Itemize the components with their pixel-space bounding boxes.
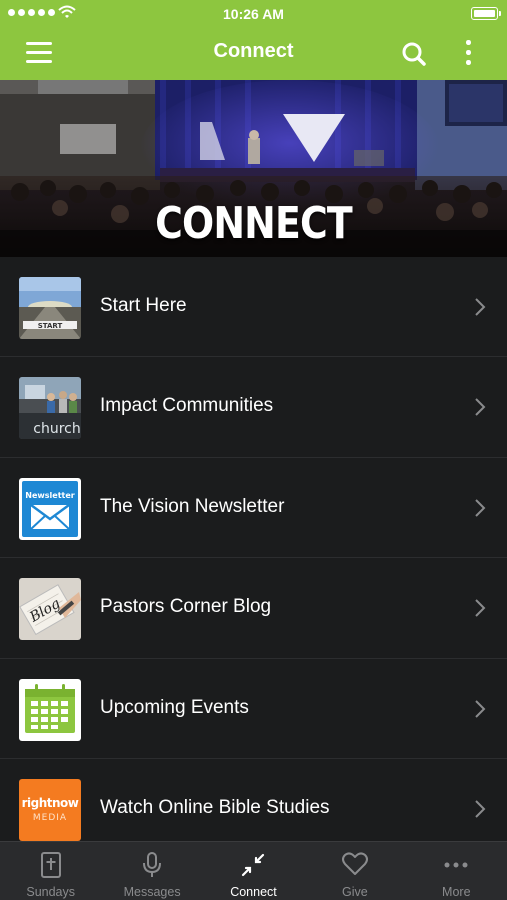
chevron-right-icon [475,699,486,718]
chevron-right-icon [475,800,486,818]
svg-text:MEDIA: MEDIA [33,813,67,823]
connect-arrows-icon [242,853,265,877]
list-item-impact-communities[interactable]: church Impact Communities [0,357,507,458]
bible-icon [40,852,61,878]
list-item-label: Watch Online Bible Studies [100,796,330,818]
tab-connect[interactable]: Connect [203,842,304,900]
blog-notepad-thumbnail: Blog [19,578,81,641]
list-item-upcoming-events[interactable]: Upcoming Events [0,658,507,759]
list-item-label: Start Here [100,295,187,316]
newsletter-envelope-thumbnail: Newsletter [19,477,81,540]
tab-more[interactable]: More [406,842,507,900]
heart-icon [341,852,368,875]
road-start-thumbnail: START [19,277,81,339]
tab-bar: Sundays Messages Connect Give More [0,841,507,900]
chevron-right-icon [475,398,486,417]
list-item-label: Pastors Corner Blog [100,596,272,618]
microphone-icon [143,852,162,877]
list-item-start-here[interactable]: START Start Here [0,257,507,358]
rightnow-media-thumbnail: rightnow MEDIA [19,778,81,841]
more-vertical-icon[interactable] [458,38,478,68]
tab-label: Messages [123,885,181,899]
list-item-pastors-corner-blog[interactable]: Blog Pastors Corner Blog [0,558,507,659]
list-item-label: Upcoming Events [100,696,249,718]
connect-list: START Start Here church Impact Communiti… [0,257,507,860]
search-icon[interactable] [398,38,430,70]
chevron-right-icon [475,499,486,517]
battery-icon [471,7,501,20]
svg-text:rightnow: rightnow [22,796,79,810]
calendar-thumbnail [19,678,81,741]
tab-messages[interactable]: Messages [101,842,202,900]
svg-text:church: church [33,421,80,437]
page-title: Connect [213,40,294,62]
tab-give[interactable]: Give [304,842,405,900]
tab-label: Give [342,885,368,899]
hero-banner: CONNECT [0,80,507,257]
tab-label: Connect [230,885,277,899]
status-bar: 10:26 AM [0,0,507,26]
status-time: 10:26 AM [223,6,284,22]
hero-title: CONNECT [155,198,353,249]
more-dots-icon [444,862,468,868]
tab-label: More [442,885,471,899]
list-item-label: The Vision Newsletter [100,495,285,517]
list-item-label: Impact Communities [100,395,274,417]
chevron-right-icon [475,298,486,316]
list-item-vision-newsletter[interactable]: Newsletter The Vision Newsletter [0,457,507,559]
chevron-right-icon [475,599,486,617]
tab-label: Sundays [26,885,76,899]
church-group-thumbnail: church [19,377,81,440]
tab-sundays[interactable]: Sundays [0,842,101,900]
svg-text:Newsletter: Newsletter [25,491,75,500]
nav-bar: Connect [0,26,507,80]
svg-text:START: START [38,322,63,330]
